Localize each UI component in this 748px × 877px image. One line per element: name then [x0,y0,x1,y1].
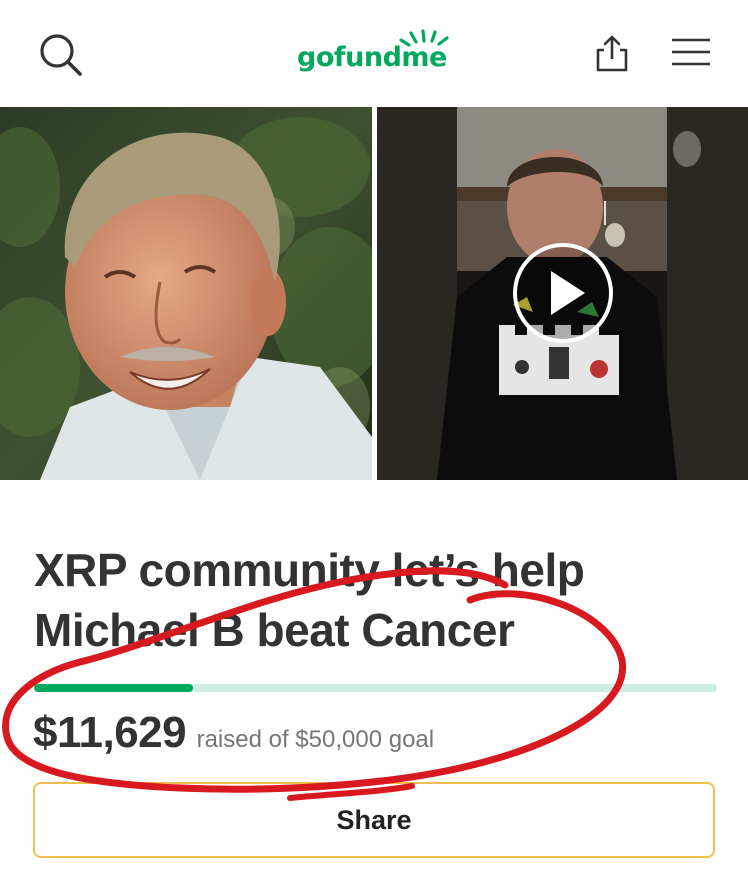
play-icon[interactable] [513,243,613,343]
campaign-title: XRP community let’s help Michael B beat … [34,540,714,660]
photo-of-smiling-man-outdoors [0,107,372,480]
share-upload-button[interactable] [590,32,634,76]
video-thumbnail [377,107,748,480]
search-button[interactable] [36,30,86,80]
progress-bar [34,684,717,692]
campaign-title-line-1: XRP community let’s help [34,544,585,596]
campaign-page: gofundme XRP community let’s help Michae… [0,0,748,877]
share-upload-icon [596,35,628,72]
gofundme-logo[interactable]: gofundme [297,28,457,78]
search-icon [40,34,82,76]
share-button[interactable]: Share [33,782,715,858]
top-header: gofundme [0,0,748,100]
menu-button[interactable] [670,34,712,70]
hamburger-menu-icon [672,38,710,66]
amount-raised: $11,629 [33,708,187,757]
progress-bar-fill [34,684,193,692]
logo-text: gofundme [297,42,447,73]
funds-raised: $11,629 raised of $50,000 goal [33,708,434,758]
goal-label: raised of $50,000 goal [196,726,435,753]
campaign-photo[interactable] [0,107,372,480]
campaign-title-line-2: Michael B beat Cancer [34,604,515,656]
campaign-video[interactable] [377,107,748,480]
